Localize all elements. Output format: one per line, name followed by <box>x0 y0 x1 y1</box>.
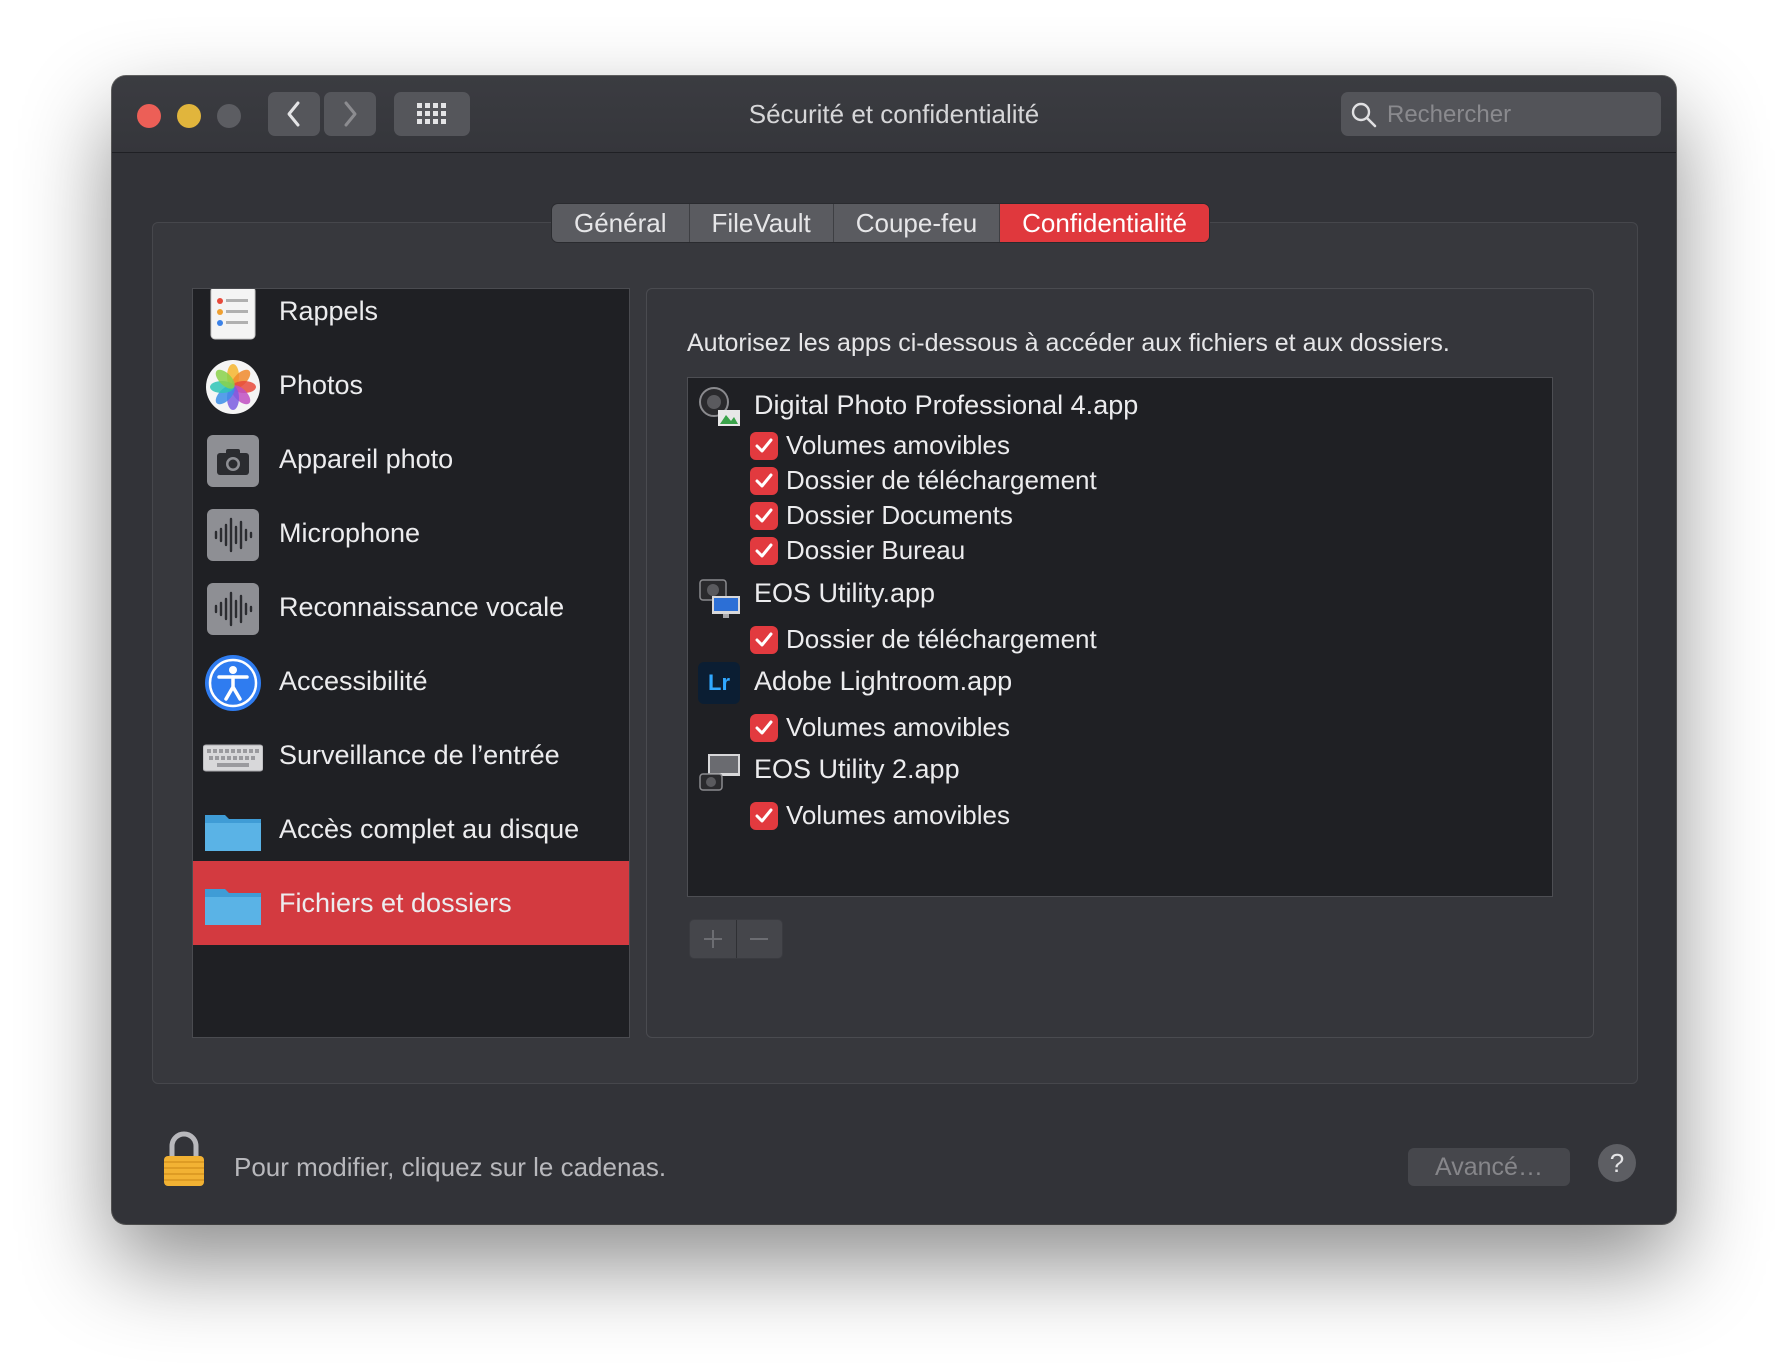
permission-row[interactable]: Dossier de téléchargement <box>688 620 1552 660</box>
grid-icon <box>417 103 446 124</box>
close-window-button[interactable] <box>137 104 161 128</box>
lock-icon[interactable] <box>160 1130 208 1188</box>
keyboard-icon <box>203 744 263 772</box>
sidebar-item-microphone[interactable]: Microphone <box>193 491 629 575</box>
permission-row[interactable]: Dossier de téléchargement <box>688 461 1552 501</box>
tab-filevault[interactable]: FileVault <box>690 204 834 242</box>
permission-checkbox[interactable] <box>750 432 778 460</box>
forward-button[interactable] <box>324 92 376 136</box>
help-button[interactable]: ? <box>1598 1144 1636 1182</box>
permission-row[interactable]: Volumes amovibles <box>688 796 1552 836</box>
permission-row[interactable]: Volumes amovibles <box>688 708 1552 748</box>
permission-row[interactable]: Dossier Documents <box>688 496 1552 536</box>
minimize-window-button[interactable] <box>177 104 201 128</box>
zoom-window-button[interactable] <box>217 104 241 128</box>
panel-description: Autorisez les apps ci-dessous à accéder … <box>687 329 1450 357</box>
permission-checkbox[interactable] <box>750 467 778 495</box>
privacy-category-list[interactable]: Rappels Photos Appareil photo Microphone… <box>192 288 630 1038</box>
search-input[interactable] <box>1385 92 1649 138</box>
reminders-icon <box>210 289 256 340</box>
app-row-digital-photo-professional[interactable]: Digital Photo Professional 4.app <box>688 387 1552 428</box>
sidebar-item-label: Accessibilité <box>279 665 428 696</box>
sidebar-item-camera[interactable]: Appareil photo <box>193 417 629 501</box>
camera-icon <box>207 435 259 487</box>
checkmark-icon <box>755 808 773 823</box>
plus-icon <box>703 930 722 948</box>
sidebar-item-full-disk-access[interactable]: Accès complet au disque <box>193 787 629 871</box>
lock-message: Pour modifier, cliquez sur le cadenas. <box>234 1152 667 1182</box>
add-remove-buttons <box>689 919 783 959</box>
folder-icon <box>205 815 261 851</box>
app-name: EOS Utility.app <box>754 578 936 608</box>
app-name: EOS Utility 2.app <box>754 754 960 784</box>
sidebar-item-label: Photos <box>279 369 364 400</box>
search-icon <box>1351 102 1377 128</box>
sidebar-item-photos[interactable]: Photos <box>193 343 629 427</box>
sidebar-item-label: Accès complet au disque <box>279 813 580 844</box>
app-row-adobe-lightroom[interactable]: Lr Adobe Lightroom.app <box>688 662 1552 704</box>
chevron-right-icon <box>344 101 357 127</box>
eos-utility-icon <box>699 579 740 618</box>
checkmark-icon <box>755 543 773 558</box>
permission-checkbox[interactable] <box>750 502 778 530</box>
permission-checkbox[interactable] <box>750 802 778 830</box>
permission-checkbox[interactable] <box>750 626 778 654</box>
sidebar-item-label: Appareil photo <box>279 443 454 474</box>
advanced-button[interactable]: Avancé… <box>1408 1148 1570 1186</box>
app-row-eos-utility-2[interactable]: EOS Utility 2.app <box>688 752 1552 792</box>
permission-row[interactable]: Dossier Bureau <box>688 531 1552 571</box>
permission-label: Dossier de téléchargement <box>786 465 1097 495</box>
photos-icon <box>206 360 260 414</box>
permission-label: Volumes amovibles <box>786 800 1010 830</box>
lightroom-icon-text: Lr <box>708 670 730 695</box>
app-name: Adobe Lightroom.app <box>754 666 1013 696</box>
permission-checkbox[interactable] <box>750 714 778 742</box>
tab-general[interactable]: Général <box>552 204 690 242</box>
checkmark-icon <box>755 473 773 488</box>
digital-photo-professional-icon <box>699 387 740 426</box>
show-all-button[interactable] <box>394 92 470 136</box>
checkmark-icon <box>755 720 773 735</box>
sidebar-item-label: Fichiers et dossiers <box>279 887 512 918</box>
speech-recognition-icon <box>207 583 259 635</box>
sidebar-item-speech-recognition[interactable]: Reconnaissance vocale <box>193 565 629 649</box>
checkmark-icon <box>755 632 773 647</box>
tab-privacy[interactable]: Confidentialité <box>1000 204 1209 242</box>
folder-icon <box>205 889 261 925</box>
app-row-eos-utility[interactable]: EOS Utility.app <box>688 576 1552 618</box>
sidebar-item-label: Reconnaissance vocale <box>279 591 565 622</box>
sidebar-item-input-monitoring[interactable]: Surveillance de l’entrée <box>193 713 629 797</box>
sidebar-item-label: Surveillance de l’entrée <box>279 739 560 770</box>
chevron-left-icon <box>287 101 300 127</box>
permission-label: Dossier Documents <box>786 500 1013 530</box>
remove-app-button[interactable] <box>737 920 783 958</box>
sidebar-item-files-and-folders[interactable]: Fichiers et dossiers <box>193 861 629 945</box>
permission-label: Dossier Bureau <box>786 535 966 565</box>
checkmark-icon <box>755 508 773 523</box>
title-bar: Sécurité et confidentialité <box>112 76 1676 153</box>
app-name: Digital Photo Professional 4.app <box>754 390 1139 420</box>
eos-utility-2-icon <box>699 754 740 791</box>
files-and-folders-panel: Autorisez les apps ci-dessous à accéder … <box>646 288 1594 1038</box>
search-field[interactable] <box>1341 92 1661 138</box>
tab-bar: Général FileVault Coupe-feu Confidential… <box>552 204 1209 242</box>
microphone-icon <box>207 509 259 561</box>
sidebar-item-accessibility[interactable]: Accessibilité <box>193 639 629 723</box>
add-app-button[interactable] <box>690 920 737 958</box>
checkmark-icon <box>755 438 773 453</box>
sidebar-item-label: Rappels <box>279 295 379 326</box>
tab-firewall[interactable]: Coupe-feu <box>834 204 1001 242</box>
permission-row[interactable]: Volumes amovibles <box>688 426 1552 466</box>
back-button[interactable] <box>268 92 320 136</box>
permission-checkbox[interactable] <box>750 537 778 565</box>
permission-label: Volumes amovibles <box>786 712 1010 742</box>
permission-label: Volumes amovibles <box>786 430 1010 460</box>
minus-icon <box>750 938 769 940</box>
sidebar-item-label: Microphone <box>279 517 421 548</box>
app-permission-list[interactable]: Digital Photo Professional 4.app Volumes… <box>687 377 1553 897</box>
permission-label: Dossier de téléchargement <box>786 624 1097 654</box>
preferences-window: Sécurité et confidentialité Général File… <box>112 76 1676 1224</box>
accessibility-icon <box>205 655 261 711</box>
lightroom-icon: Lr <box>698 662 740 704</box>
